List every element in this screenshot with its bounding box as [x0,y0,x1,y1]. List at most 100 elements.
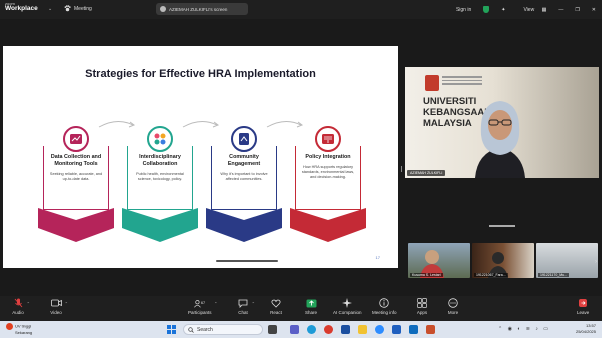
edge-icon[interactable] [307,325,316,334]
card-description: How HRA supports regulatory standards, e… [301,165,355,180]
title-bar: zoom Workplace ⌄ Meeting AZIEMAH ZULKIFL… [0,0,602,19]
participant-thumbnail[interactable]: 191221170_Mu... [536,243,598,278]
caret-up-icon[interactable]: ⌃ [214,301,217,306]
powerpoint-icon[interactable] [426,325,435,334]
windows-taskbar: UV tinggi Sekarang Search ⌃ ◉ ◐ ≋ ♪ ▭ 13… [0,321,602,338]
zoom-icon[interactable] [375,325,384,334]
file-explorer-icon[interactable] [358,325,367,334]
apps-button[interactable]: Apps [416,298,428,315]
speaker-figure [475,101,525,178]
slide-scrollbar[interactable] [216,260,278,262]
clock[interactable]: 13:57 25/04/2025 [576,323,596,334]
audio-label: Audio [12,310,24,315]
user-avatar-icon [160,6,166,12]
caret-up-icon[interactable]: ⌃ [252,301,255,306]
screen-share-chip[interactable]: AZIEMAH ZULKIFLI's screen [156,3,248,15]
paw-icon [64,5,71,12]
more-icon [447,298,459,308]
chat-button[interactable]: Chat ⌃ [237,298,255,315]
share-label: Share [305,310,318,315]
meeting-info-button[interactable]: Meeting info [372,298,397,315]
mic-muted-icon [12,298,24,308]
weather-subtitle: Sekarang [15,330,33,335]
shield-icon[interactable] [483,6,490,13]
sparkle-icon [341,298,353,308]
participant-name: 191221170_Mu... [538,273,569,277]
windows-start-icon[interactable] [167,325,176,334]
taskbar-search[interactable]: Search [183,324,263,335]
system-tray-icons[interactable]: ⌃ ◉ ◐ ≋ ♪ ▭ [498,326,550,332]
slide-title: Strategies for Effective HRA Implementat… [85,68,316,80]
brand-bottom: Workplace [5,5,38,12]
view-button[interactable]: View ▦ [517,7,546,13]
chevron-banner [290,208,366,242]
ai-companion-button[interactable]: AI Companion [333,298,362,315]
chevron-right-icon[interactable]: › [595,259,597,265]
audio-button[interactable]: Audio ⌃ [12,298,30,315]
weather-title: UV tinggi [15,323,32,329]
card-description: Seeking reliable, accurate, and up-to-da… [49,172,103,182]
meeting-label: Meeting [74,5,92,12]
participants-button[interactable]: 67 Participants ⌃ [188,298,218,315]
card-description: Public health, environmental science, to… [136,172,184,182]
card-title: Data Collection and Monitoring Tools [50,154,102,168]
chevron-banner [206,208,282,242]
camera-icon [50,298,62,308]
chat-label: Chat [238,310,248,315]
sparkle-icon[interactable]: ✦ [501,7,505,13]
heart-icon [270,298,282,308]
search-placeholder: Search [197,326,213,333]
participants-icon: 67 [193,298,206,308]
caret-up-icon[interactable]: ⌃ [65,301,68,306]
card-box: Community Engagement Why it's important … [211,146,277,210]
zoom-brand: zoom Workplace [5,2,38,13]
minimize-icon[interactable]: — [558,7,563,13]
strategy-card: Policy Integration How HRA supports regu… [290,126,366,242]
participant-thumbnail[interactable]: 191221067_Fara... [472,243,534,278]
chevron-banner [122,208,198,242]
participants-label: Participants [188,310,212,315]
panel-divider[interactable] [489,225,515,227]
close-icon[interactable]: ✕ [592,7,596,13]
outlook-icon[interactable] [409,325,418,334]
apps-icon [416,298,428,308]
share-button[interactable]: Share [305,298,317,315]
participant-thumbnail[interactable]: Kusuma S. Lestari [408,243,470,278]
apps-label: Apps [416,310,428,315]
meeting-stage: Strategies for Effective HRA Implementat… [0,19,602,296]
card-box: Interdisciplinary Collaboration Public h… [127,146,193,210]
participant-name: 191221067_Fara... [474,273,508,277]
strategy-card: Data Collection and Monitoring Tools See… [38,126,114,242]
chevron-down-icon[interactable]: ⌄ [48,6,52,12]
share-screen-icon [305,298,317,308]
speaker-name: AZIEMAH ZULKIFLI [407,170,446,176]
caret-up-icon[interactable]: ⌃ [27,301,30,306]
task-view-icon[interactable] [268,325,277,334]
meeting-info-label: Meeting info [372,310,397,315]
participant-name: Kusuma S. Lestari [410,273,443,277]
logo-text-lines [442,76,482,88]
collaboration-icon [147,126,173,152]
speaker-video[interactable]: UNIVERSITI KEBANGSAAN MALAYSIA AZIEMAH Z… [405,67,599,178]
card-description: Why it's important to involve affected c… [220,172,268,182]
slide-page-number: 17 [375,255,380,260]
book-icon [315,126,341,152]
card-box: Policy Integration How HRA supports regu… [295,146,361,210]
more-button[interactable]: More [447,298,459,315]
meeting-menu[interactable]: Meeting [64,5,92,12]
word-icon[interactable] [392,325,401,334]
maximize-icon[interactable]: ❐ [575,7,579,13]
sign-in-link[interactable]: Sign in [456,7,471,13]
chrome-icon[interactable] [324,325,333,334]
app-icon[interactable] [341,325,350,334]
clock-date: 25/04/2025 [575,328,596,334]
react-label: React [270,310,282,315]
search-icon [188,326,194,333]
video-button[interactable]: Video ⌃ [50,298,68,315]
weather-widget[interactable]: UV tinggi Sekarang [6,323,32,335]
drag-handle-icon[interactable] [400,166,403,172]
react-button[interactable]: React [270,298,282,315]
leave-button[interactable]: Leave [577,298,589,315]
teams-icon[interactable] [290,325,299,334]
title-bar-right: Sign in ✦ View ▦ — ❐ ✕ [450,0,602,19]
